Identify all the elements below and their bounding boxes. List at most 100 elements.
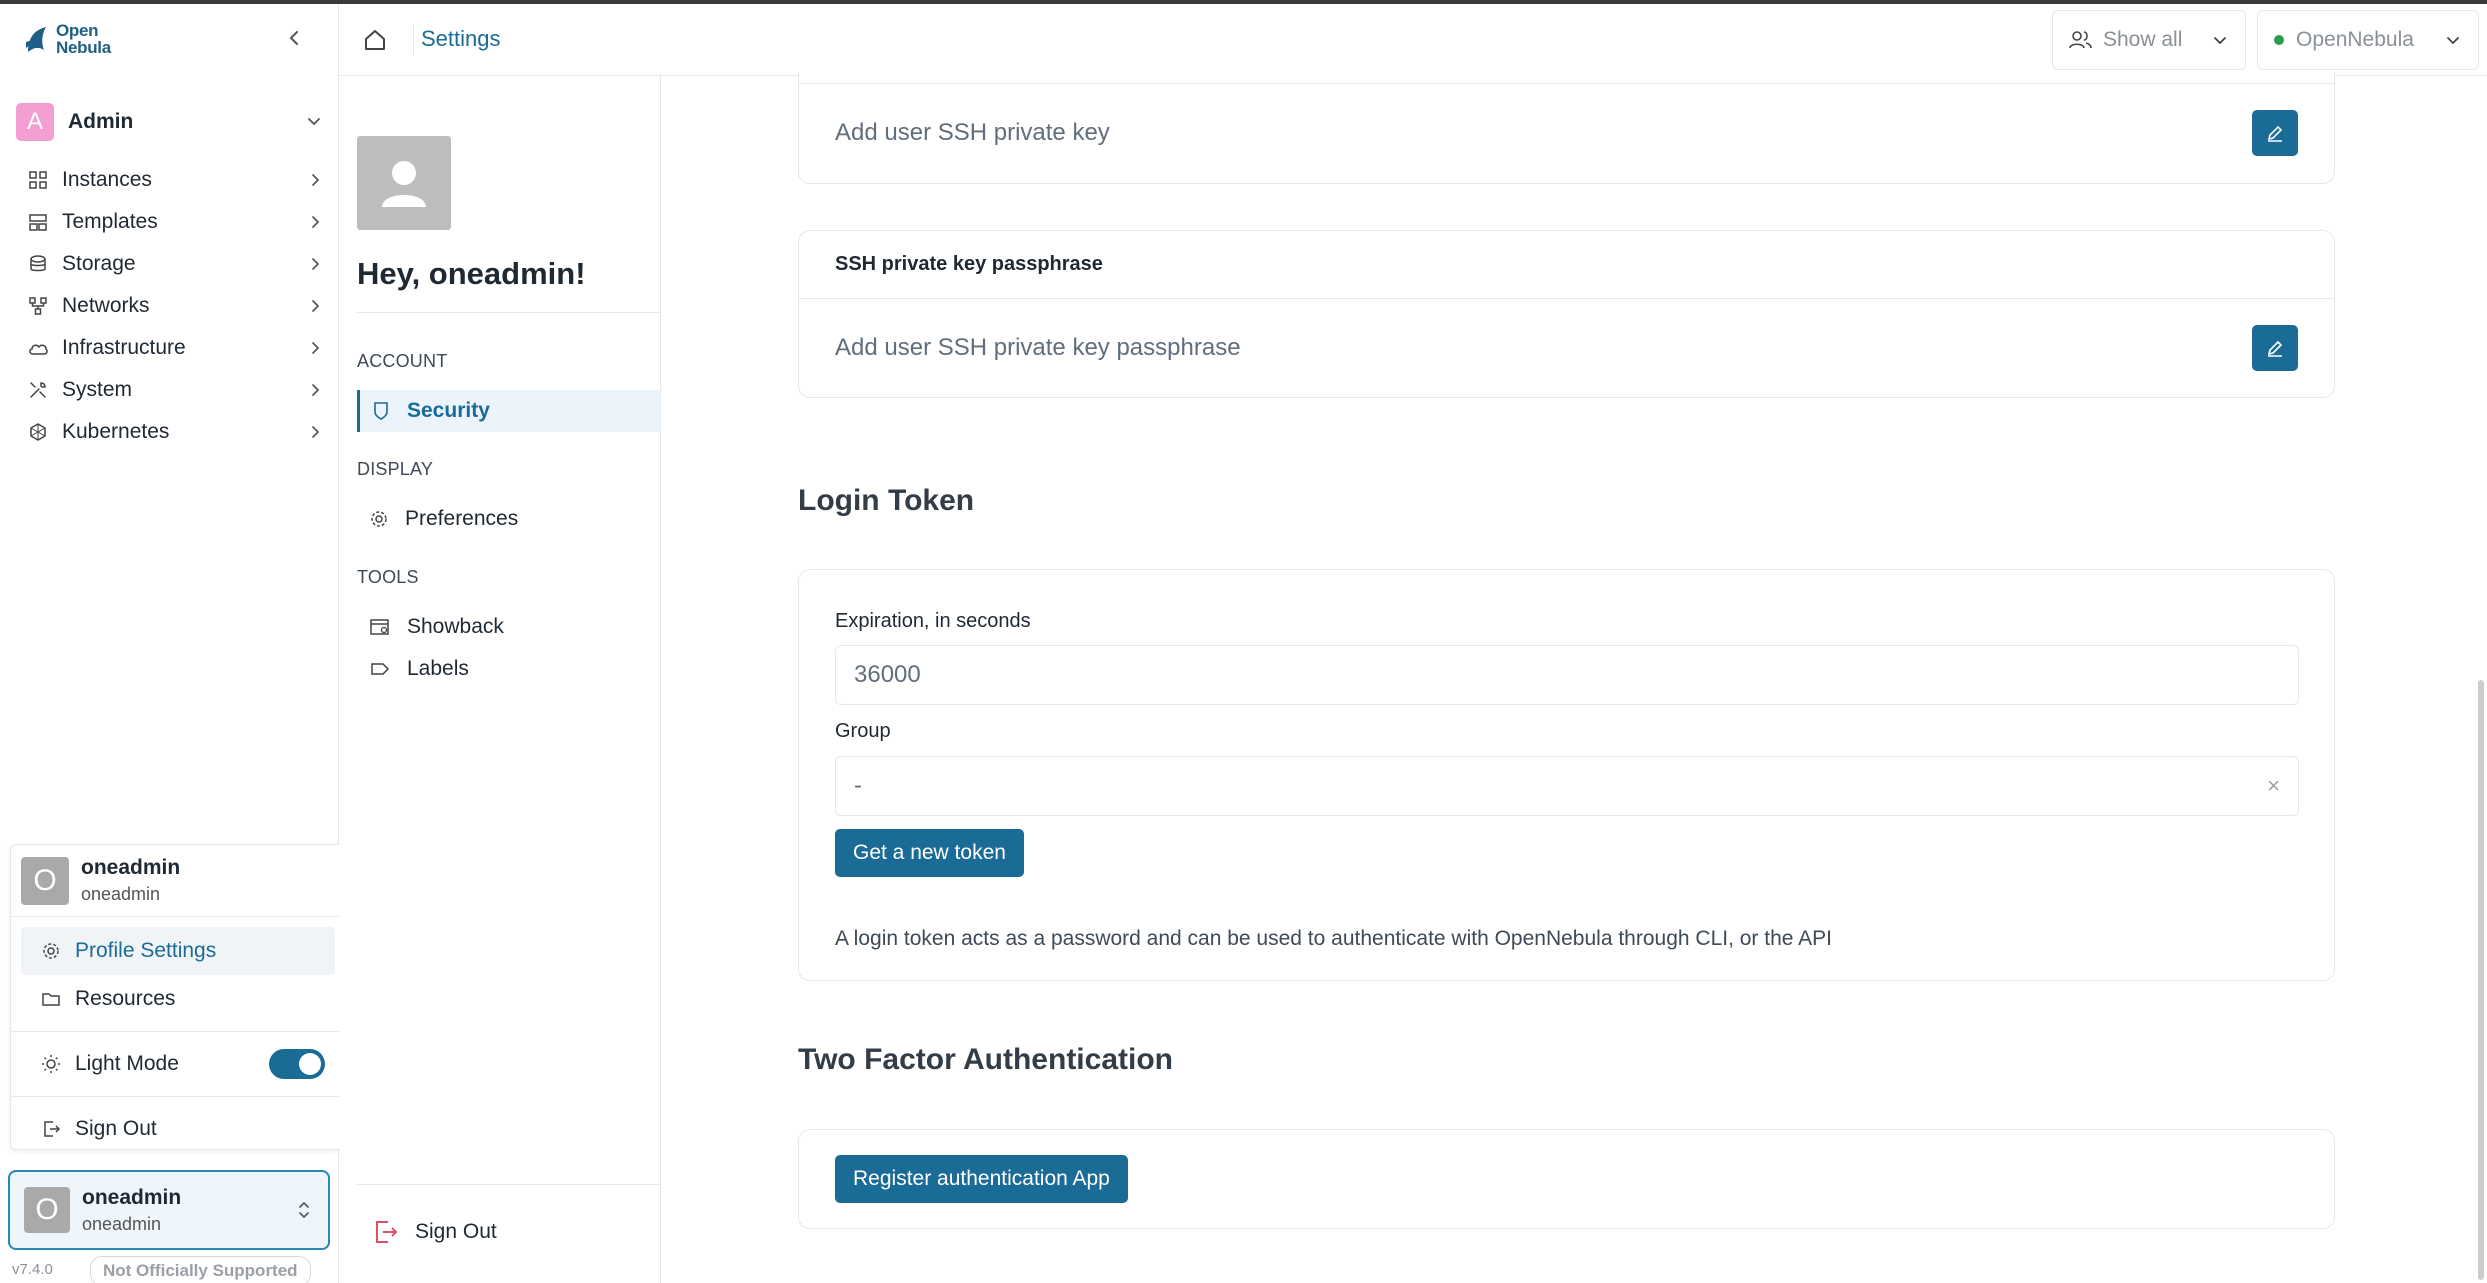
edit-ssh-private-key-button[interactable] bbox=[2252, 110, 2298, 156]
profile-picture[interactable] bbox=[357, 136, 451, 230]
settings-nav-security[interactable]: Security bbox=[357, 390, 661, 432]
login-token-help: A login token acts as a password and can… bbox=[835, 927, 1832, 950]
group-select[interactable]: - × bbox=[835, 756, 2299, 816]
divider bbox=[11, 1096, 345, 1097]
zone-label: OpenNebula bbox=[2296, 28, 2414, 51]
greeting: Hey, oneadmin! bbox=[357, 256, 586, 291]
group-selector[interactable]: A Admin bbox=[16, 100, 324, 144]
nav-item-instances[interactable]: Instances bbox=[16, 159, 324, 201]
ssh-passphrase-title: SSH private key passphrase bbox=[799, 231, 2334, 299]
pencil-icon bbox=[2267, 125, 2283, 142]
chevron-left-icon bbox=[289, 31, 298, 45]
sign-out-button[interactable]: Sign Out bbox=[373, 1218, 497, 1246]
divider bbox=[413, 24, 414, 56]
nav-item-system[interactable]: System bbox=[16, 369, 324, 411]
expiration-value: 36000 bbox=[854, 661, 921, 688]
edit-ssh-passphrase-button[interactable] bbox=[2252, 325, 2298, 371]
security-label: Security bbox=[407, 399, 490, 422]
shield-icon bbox=[374, 402, 388, 420]
breadcrumb[interactable]: Settings bbox=[421, 26, 501, 52]
nav-label: Templates bbox=[62, 210, 158, 233]
sign-out-icon bbox=[44, 1121, 61, 1137]
chevron-down-icon bbox=[2447, 37, 2459, 45]
nav-item-infrastructure[interactable]: Infrastructure bbox=[16, 327, 324, 369]
nav-label: Infrastructure bbox=[62, 336, 186, 359]
storage-icon bbox=[24, 250, 52, 278]
preferences-label: Preferences bbox=[405, 507, 519, 530]
ssh-private-key-card: Add user SSH private key bbox=[798, 72, 2335, 184]
scrollbar[interactable] bbox=[2478, 680, 2484, 1280]
light-mode-toggle[interactable] bbox=[269, 1049, 325, 1079]
light-mode-item[interactable]: Light Mode bbox=[21, 1040, 335, 1088]
section-display: DISPLAY bbox=[357, 459, 434, 479]
opennebula-logo-icon bbox=[26, 27, 46, 52]
gear-icon bbox=[371, 511, 387, 527]
opennebula-logo[interactable]: Open Nebula bbox=[24, 22, 111, 56]
zone-dropdown[interactable]: OpenNebula bbox=[2257, 10, 2479, 70]
group-value: - bbox=[854, 772, 862, 799]
expiration-label: Expiration, in seconds bbox=[835, 610, 1031, 632]
user-avatar: O bbox=[24, 1187, 70, 1233]
nav-label: Networks bbox=[62, 294, 150, 317]
ssh-passphrase-card: SSH private key passphrase Add user SSH … bbox=[798, 230, 2335, 398]
resources-label: Resources bbox=[75, 987, 176, 1010]
logo-line2: Nebula bbox=[56, 38, 111, 57]
sign-out-label: Sign Out bbox=[415, 1220, 497, 1243]
nav-item-networks[interactable]: Networks bbox=[16, 285, 324, 327]
main-nav: Instances Templates Storage Networks Inf… bbox=[16, 159, 324, 453]
nav-item-storage[interactable]: Storage bbox=[16, 243, 324, 285]
collapse-sidebar-button[interactable] bbox=[282, 26, 306, 50]
divider bbox=[357, 312, 661, 313]
nav-item-kubernetes[interactable]: Kubernetes bbox=[16, 411, 324, 453]
nav-label: Kubernetes bbox=[62, 420, 170, 443]
expiration-input[interactable]: 36000 bbox=[835, 645, 2299, 705]
sign-out-icon bbox=[376, 1221, 398, 1243]
get-new-token-button[interactable]: Get a new token bbox=[835, 829, 1024, 877]
user-account-switcher[interactable]: O oneadmin oneadmin bbox=[8, 1170, 330, 1250]
tools-icon bbox=[24, 376, 52, 404]
settings-nav-showback[interactable]: Showback bbox=[357, 606, 661, 648]
two-factor-title: Two Factor Authentication bbox=[798, 1043, 1173, 1076]
home-button[interactable] bbox=[361, 26, 389, 54]
chevron-right-icon bbox=[312, 426, 320, 438]
home-icon bbox=[365, 30, 385, 50]
owner-filter-dropdown[interactable]: Show all bbox=[2052, 10, 2246, 70]
owner-filter-label: Show all bbox=[2103, 28, 2183, 51]
templates-icon bbox=[24, 208, 52, 236]
users-icon bbox=[2069, 31, 2092, 49]
chevron-right-icon bbox=[312, 216, 320, 228]
light-mode-label: Light Mode bbox=[75, 1052, 179, 1075]
showback-icon bbox=[370, 619, 389, 635]
divider bbox=[357, 1184, 661, 1185]
nav-label: System bbox=[62, 378, 133, 401]
networks-icon bbox=[24, 292, 52, 320]
login-token-title: Login Token bbox=[798, 484, 975, 517]
user-menu-name: oneadmin bbox=[81, 856, 181, 879]
logo-line1: Open bbox=[56, 21, 99, 40]
profile-settings-item[interactable]: Profile Settings bbox=[21, 927, 335, 975]
user-card-name: oneadmin bbox=[82, 1185, 182, 1209]
user-card-subname: oneadmin bbox=[82, 1213, 162, 1234]
nav-item-templates[interactable]: Templates bbox=[16, 201, 324, 243]
nav-label: Storage bbox=[62, 252, 136, 275]
register-auth-app-button[interactable]: Register authentication App bbox=[835, 1155, 1128, 1203]
chevron-right-icon bbox=[312, 342, 320, 354]
user-menu-header: O oneadmin oneadmin bbox=[11, 845, 345, 917]
showback-label: Showback bbox=[407, 615, 504, 638]
resources-item[interactable]: Resources bbox=[21, 975, 335, 1023]
settings-nav-labels[interactable]: Labels bbox=[357, 648, 661, 690]
sign-out-item[interactable]: Sign Out bbox=[21, 1105, 335, 1153]
chevron-down-icon bbox=[308, 118, 320, 126]
pencil-icon bbox=[2267, 340, 2283, 357]
cloud-icon bbox=[24, 334, 52, 362]
divider bbox=[11, 1031, 345, 1032]
nav-label: Instances bbox=[62, 168, 152, 191]
settings-nav-preferences[interactable]: Preferences bbox=[357, 498, 661, 540]
ssh-passphrase-value: Add user SSH private key passphrase bbox=[835, 334, 1241, 361]
folder-icon bbox=[42, 993, 60, 1006]
section-account: ACCOUNT bbox=[357, 351, 448, 371]
clear-icon[interactable]: × bbox=[2267, 773, 2280, 799]
settings-nav: Hey, oneadmin! ACCOUNT Security DISPLAY … bbox=[339, 76, 661, 1283]
support-badge: Not Officially Supported bbox=[90, 1256, 311, 1283]
ssh-private-key-value: Add user SSH private key bbox=[835, 119, 1110, 146]
